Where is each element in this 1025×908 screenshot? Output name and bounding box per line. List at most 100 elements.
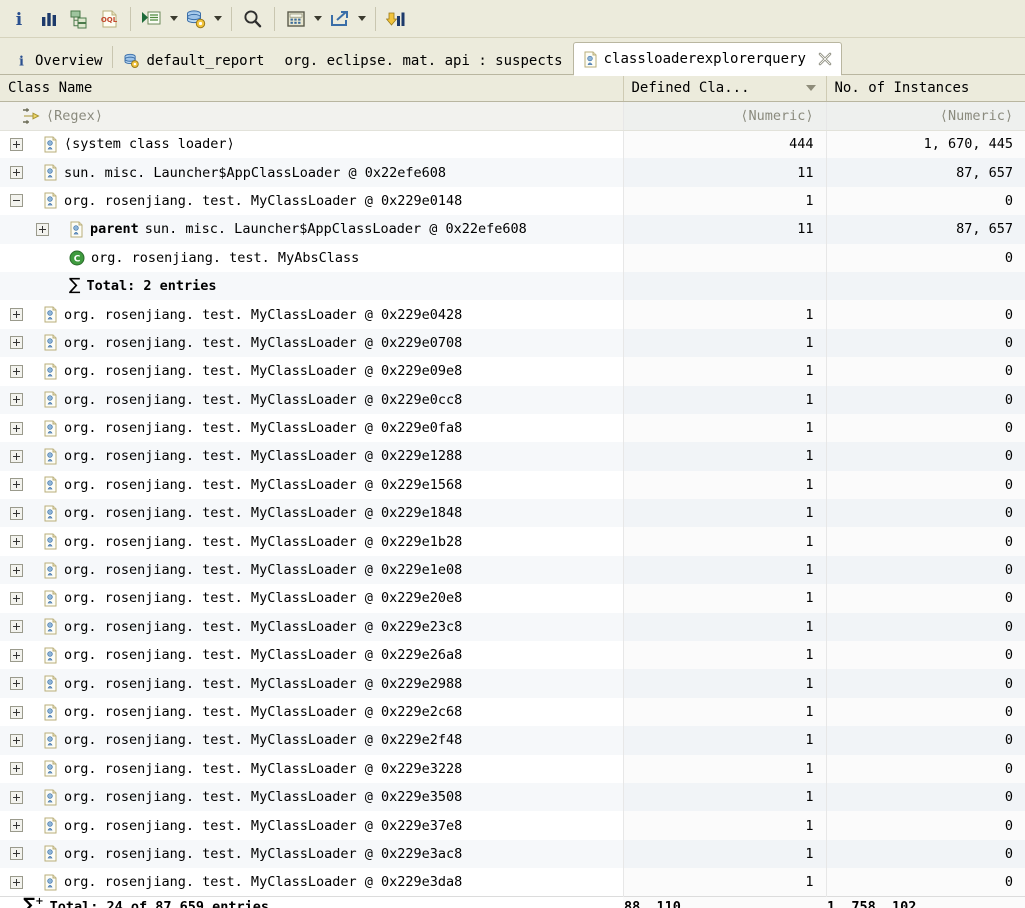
table-row[interactable]: org. rosenjiang. test. MyClassLoader @ 0… bbox=[0, 669, 1025, 698]
table-row[interactable]: ⟨system class loader⟩ 444 1, 670, 445 bbox=[0, 130, 1025, 159]
table-row[interactable]: org. rosenjiang. test. MyClassLoader @ 0… bbox=[0, 584, 1025, 613]
calculator-dropdown-icon[interactable] bbox=[311, 4, 325, 34]
table-row[interactable]: org. rosenjiang. test. MyClassLoader @ 0… bbox=[0, 612, 1025, 642]
cell-class-name[interactable]: org. rosenjiang. test. MyClassLoader @ 0… bbox=[0, 641, 624, 670]
expand-icon[interactable] bbox=[10, 875, 23, 889]
cell-class-name[interactable]: org. rosenjiang. test. MyClassLoader @ 0… bbox=[0, 669, 624, 698]
expand-icon[interactable] bbox=[10, 790, 23, 804]
cell-class-name[interactable]: org. rosenjiang. test. MyClassLoader @ 0… bbox=[0, 811, 624, 840]
table-row[interactable]: org. rosenjiang. test. MyClassLoader @ 0… bbox=[0, 868, 1025, 897]
cell-class-name[interactable]: org. rosenjiang. test. MyClassLoader @ 0… bbox=[0, 527, 624, 556]
expand-icon[interactable] bbox=[10, 421, 23, 435]
cell-class-name[interactable]: Corg. rosenjiang. test. MyAbsClass bbox=[0, 243, 624, 272]
filter-cell-defined-classes[interactable]: ⟨Numeric⟩ bbox=[623, 101, 827, 131]
cell-class-name[interactable]: org. rosenjiang. test. MyClassLoader @ 0… bbox=[0, 839, 624, 869]
cell-class-name[interactable]: org. rosenjiang. test. MyClassLoader @ 0… bbox=[0, 754, 624, 783]
oql-icon[interactable]: OQL bbox=[94, 4, 124, 34]
table-row[interactable]: org. rosenjiang. test. MyClassLoader @ 0… bbox=[0, 186, 1025, 216]
close-icon[interactable] bbox=[818, 52, 832, 66]
column-header-instances[interactable]: No. of Instances bbox=[826, 75, 1025, 102]
expand-icon[interactable] bbox=[10, 847, 23, 861]
expand-icon[interactable] bbox=[10, 677, 23, 691]
dominator-tree-icon[interactable] bbox=[64, 4, 94, 34]
table-row[interactable]: org. rosenjiang. test. MyClassLoader @ 0… bbox=[0, 754, 1025, 783]
export-icon[interactable] bbox=[325, 4, 355, 34]
cell-class-name[interactable]: parent sun. misc. Launcher$AppClassLoader… bbox=[0, 215, 624, 244]
table-row[interactable]: org. rosenjiang. test. MyClassLoader @ 0… bbox=[0, 697, 1025, 727]
table-row[interactable]: Corg. rosenjiang. test. MyAbsClass 0 bbox=[0, 243, 1025, 272]
calculator-icon[interactable] bbox=[281, 4, 311, 34]
cell-class-name[interactable]: org. rosenjiang. test. MyClassLoader @ 0… bbox=[0, 300, 624, 329]
table-row[interactable]: org. rosenjiang. test. MyClassLoader @ 0… bbox=[0, 839, 1025, 869]
cell-class-name[interactable]: org. rosenjiang. test. MyClassLoader @ 0… bbox=[0, 697, 624, 727]
run-expert-system-test-icon[interactable] bbox=[137, 4, 167, 34]
table-row[interactable]: parent sun. misc. Launcher$AppClassLoader… bbox=[0, 215, 1025, 244]
table-row[interactable]: org. rosenjiang. test. MyClassLoader @ 0… bbox=[0, 328, 1025, 358]
expand-icon[interactable] bbox=[10, 705, 23, 719]
export-dropdown-icon[interactable] bbox=[355, 4, 369, 34]
column-header-defined-classes[interactable]: Defined Cla... bbox=[623, 75, 827, 102]
table-row[interactable]: org. rosenjiang. test. MyClassLoader @ 0… bbox=[0, 470, 1025, 500]
query-browser-icon[interactable] bbox=[181, 4, 211, 34]
expand-icon[interactable] bbox=[10, 733, 23, 747]
table-row[interactable]: org. rosenjiang. test. MyClassLoader @ 0… bbox=[0, 555, 1025, 585]
cell-class-name[interactable]: org. rosenjiang. test. MyClassLoader @ 0… bbox=[0, 726, 624, 755]
expand-icon[interactable] bbox=[10, 393, 23, 407]
cell-class-name[interactable]: org. rosenjiang. test. MyClassLoader @ 0… bbox=[0, 413, 624, 443]
cell-class-name[interactable]: org. rosenjiang. test. MyClassLoader @ 0… bbox=[0, 612, 624, 642]
info-icon[interactable]: i bbox=[4, 4, 34, 34]
expand-icon[interactable] bbox=[10, 308, 23, 322]
expand-icon[interactable] bbox=[10, 591, 23, 605]
column-header-class-name[interactable]: Class Name bbox=[0, 75, 624, 102]
table-row[interactable]: org. rosenjiang. test. MyClassLoader @ 0… bbox=[0, 641, 1025, 670]
table-row[interactable]: org. rosenjiang. test. MyClassLoader @ 0… bbox=[0, 357, 1025, 386]
expand-icon[interactable] bbox=[10, 648, 23, 662]
cell-class-name[interactable]: org. rosenjiang. test. MyClassLoader @ 0… bbox=[0, 584, 624, 613]
cell-class-name[interactable]: org. rosenjiang. test. MyClassLoader @ 0… bbox=[0, 782, 624, 812]
tab-overview[interactable]: i Overview bbox=[4, 45, 113, 75]
table-row[interactable]: org. rosenjiang. test. MyClassLoader @ 0… bbox=[0, 527, 1025, 556]
table-row[interactable]: org. rosenjiang. test. MyClassLoader @ 0… bbox=[0, 385, 1025, 414]
expand-icon[interactable] bbox=[10, 506, 23, 520]
expand-icon[interactable] bbox=[10, 449, 23, 463]
table-row[interactable]: org. rosenjiang. test. MyClassLoader @ 0… bbox=[0, 782, 1025, 812]
expand-icon[interactable] bbox=[10, 478, 23, 492]
filter-row[interactable]: ⟨Regex⟩ ⟨Numeric⟩ ⟨Numeric⟩ bbox=[0, 101, 1025, 131]
tab-default-report[interactable]: default_report bbox=[113, 45, 275, 75]
expand-icon[interactable] bbox=[10, 137, 23, 151]
expand-icon[interactable] bbox=[10, 166, 23, 180]
expand-icon[interactable] bbox=[36, 222, 49, 236]
expand-icon[interactable] bbox=[10, 535, 23, 549]
cell-class-name[interactable]: org. rosenjiang. test. MyClassLoader @ 0… bbox=[0, 385, 624, 414]
table-row[interactable]: org. rosenjiang. test. MyClassLoader @ 0… bbox=[0, 413, 1025, 443]
expand-icon[interactable] bbox=[10, 620, 23, 634]
cell-class-name[interactable]: org. rosenjiang. test. MyClassLoader @ 0… bbox=[0, 328, 624, 358]
tab-classloaderexplorerquery[interactable]: classloaderexplorerquery bbox=[572, 42, 842, 76]
query-browser-dropdown-icon[interactable] bbox=[211, 4, 225, 34]
cell-class-name[interactable]: org. rosenjiang. test. MyClassLoader @ 0… bbox=[0, 555, 624, 585]
table-row[interactable]: sun. misc. Launcher$AppClassLoader @ 0x2… bbox=[0, 158, 1025, 187]
histogram-icon[interactable] bbox=[34, 4, 64, 34]
compare-icon[interactable] bbox=[382, 4, 412, 34]
tab-suspects[interactable]: org. eclipse. mat. api : suspects bbox=[274, 45, 573, 75]
cell-class-name[interactable]: org. rosenjiang. test. MyClassLoader @ 0… bbox=[0, 470, 624, 500]
cell-class-name[interactable]: sun. misc. Launcher$AppClassLoader @ 0x2… bbox=[0, 158, 624, 187]
table-row[interactable]: org. rosenjiang. test. MyClassLoader @ 0… bbox=[0, 300, 1025, 329]
filter-cell-class-name[interactable]: ⟨Regex⟩ bbox=[0, 101, 624, 131]
cell-class-name[interactable]: ∑ Total: 2 entries bbox=[0, 271, 624, 301]
cell-class-name[interactable]: org. rosenjiang. test. MyClassLoader @ 0… bbox=[0, 499, 624, 528]
table-row[interactable]: org. rosenjiang. test. MyClassLoader @ 0… bbox=[0, 726, 1025, 755]
cell-class-name[interactable]: org. rosenjiang. test. MyClassLoader @ 0… bbox=[0, 186, 624, 216]
table-row[interactable]: org. rosenjiang. test. MyClassLoader @ 0… bbox=[0, 811, 1025, 840]
search-icon[interactable] bbox=[238, 4, 268, 34]
expand-icon[interactable] bbox=[10, 336, 23, 350]
cell-class-name[interactable]: org. rosenjiang. test. MyClassLoader @ 0… bbox=[0, 442, 624, 471]
expand-icon[interactable] bbox=[10, 364, 23, 378]
expand-icon[interactable] bbox=[10, 819, 23, 833]
table-row[interactable]: ∑ Total: 2 entries bbox=[0, 271, 1025, 301]
cell-class-name[interactable]: org. rosenjiang. test. MyClassLoader @ 0… bbox=[0, 868, 624, 897]
cell-class-name[interactable]: org. rosenjiang. test. MyClassLoader @ 0… bbox=[0, 357, 624, 386]
expand-icon[interactable] bbox=[10, 762, 23, 776]
filter-cell-instances[interactable]: ⟨Numeric⟩ bbox=[826, 101, 1025, 131]
expand-icon[interactable] bbox=[10, 563, 23, 577]
